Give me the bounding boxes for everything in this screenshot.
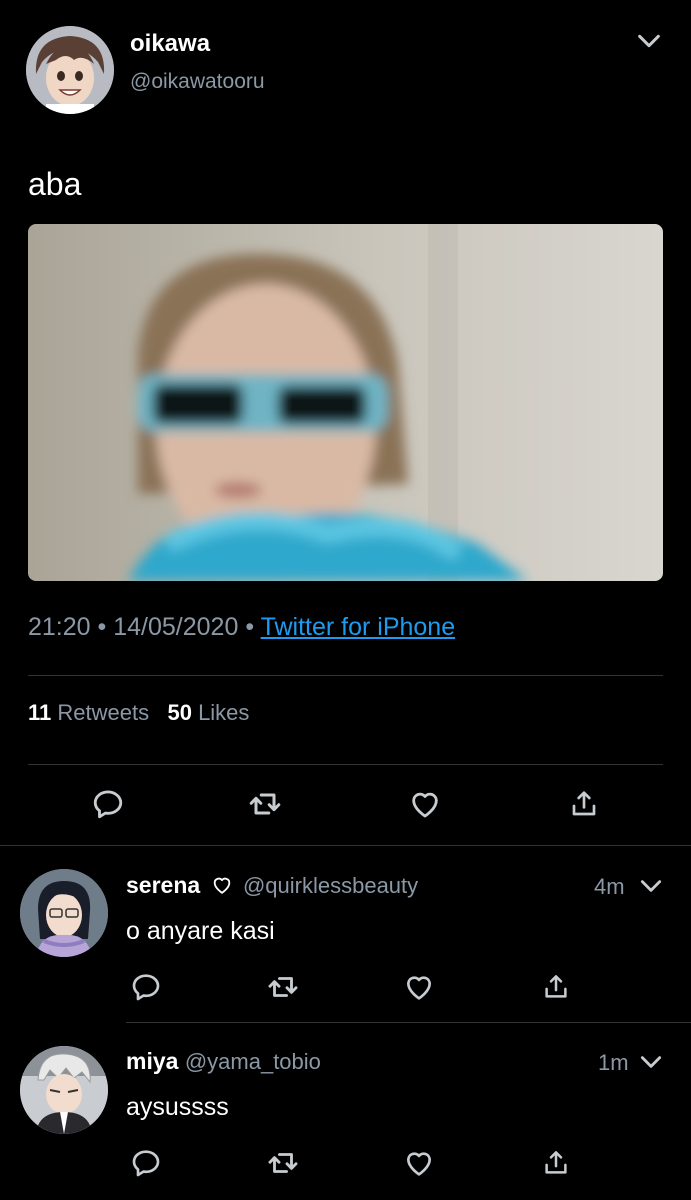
author-handle[interactable]: @oikawatooru [130,70,265,94]
tweet-meta: 21:20 • 14/05/2020 • Twitter for iPhone [28,613,455,642]
reply-author-handle: @quirklessbeauty [242,873,419,898]
like-button[interactable] [399,967,439,1007]
reply-timestamp: 4m [594,874,625,899]
likes-count: 50 [167,700,192,725]
heart-outline-icon [211,874,233,896]
share-upload-icon [541,972,571,1002]
divider [28,675,663,676]
likes-label: Likes [198,700,250,725]
reply-author[interactable]: serena @quirklessbeauty [126,872,418,899]
tweet-date: 14/05/2020 [113,613,239,641]
divider [126,1022,691,1023]
divider [28,764,663,765]
reply-more-button[interactable] [636,871,666,901]
heart-icon [403,1147,435,1179]
likes-stat[interactable]: 50 Likes [167,700,249,725]
reply-author-handle: @yama_tobio [184,1049,321,1074]
retweets-stat[interactable]: 11 Retweets [28,700,149,725]
retweet-arrows-icon [266,1146,300,1180]
author-avatar[interactable] [26,26,114,114]
retweet-arrows-icon [247,786,283,822]
reply-timestamp: 1m [598,1050,629,1075]
share-button[interactable] [564,784,604,824]
separator-dot: • [245,613,255,641]
retweet-button[interactable] [263,967,303,1007]
reply-more-button[interactable] [636,1047,666,1077]
separator-dot: • [97,613,107,641]
reply-text: o anyare kasi [126,917,275,945]
tweet-text: aba [28,166,82,202]
share-upload-icon [541,1148,571,1178]
retweets-label: Retweets [57,700,150,725]
like-button[interactable] [405,784,445,824]
comment-bubble-icon [130,1147,162,1179]
like-button[interactable] [399,1143,439,1183]
heart-icon [403,971,435,1003]
tweet-source-link[interactable]: Twitter for iPhone [261,613,456,641]
reply-button[interactable] [126,967,166,1007]
author-name[interactable]: oikawa [130,30,210,58]
retweet-button[interactable] [245,784,285,824]
reply-avatar[interactable] [20,869,108,957]
reply-author-name: serena [126,872,201,898]
share-button[interactable] [536,967,576,1007]
more-options-button[interactable] [634,26,664,56]
retweets-count: 11 [28,700,52,725]
divider [0,845,691,846]
comment-bubble-icon [130,971,162,1003]
reply-button[interactable] [88,784,128,824]
reply-avatar[interactable] [20,1046,108,1134]
share-button[interactable] [536,1143,576,1183]
reply-author-name: miya [126,1048,179,1074]
retweet-button[interactable] [263,1143,303,1183]
comment-bubble-icon [91,787,125,821]
chevron-down-icon [638,1049,664,1075]
reply-button[interactable] [126,1143,166,1183]
chevron-down-icon [635,27,663,55]
heart-icon [408,787,442,821]
reply-author[interactable]: miya @yama_tobio [126,1048,321,1075]
tweet-photo[interactable] [28,224,663,581]
share-upload-icon [568,788,600,820]
retweet-arrows-icon [266,970,300,1004]
chevron-down-icon [638,873,664,899]
tweet-stats: 11 Retweets 50 Likes [28,700,249,726]
tweet-time: 21:20 [28,613,91,641]
reply-text: aysussss [126,1093,229,1121]
